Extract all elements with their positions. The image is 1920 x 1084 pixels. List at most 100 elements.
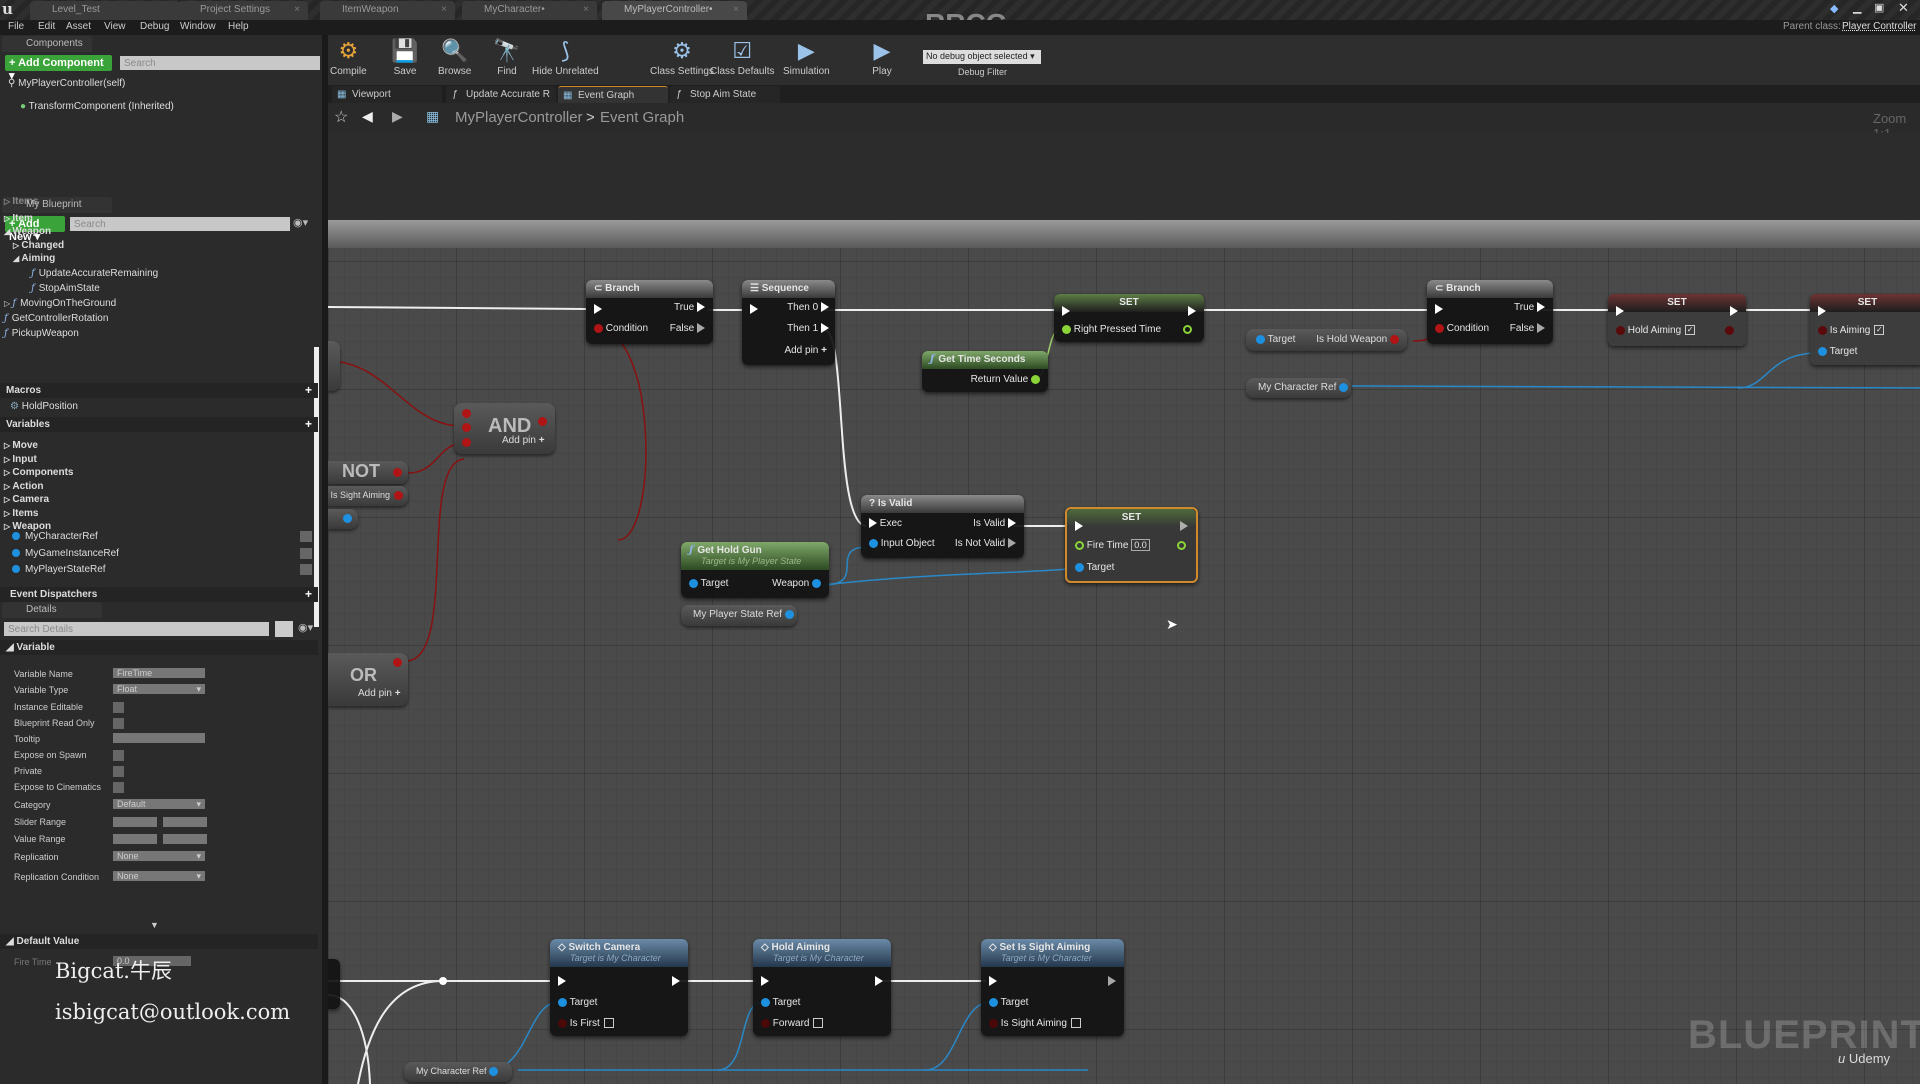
class-settings-button[interactable]: ⚙ Class Settings	[650, 38, 714, 77]
or-node[interactable]: OR Add pin +	[328, 653, 408, 706]
my-character-ref-pin[interactable]: My Character Ref	[1258, 382, 1349, 393]
my-player-state-ref-pin[interactable]: My Player State Ref	[693, 609, 794, 620]
my-character-ref-node[interactable]: My Character Ref	[1246, 378, 1351, 398]
is-sight-aiming-pin[interactable]: Is Sight Aiming	[989, 1018, 1081, 1029]
set-right-pressed-time-node[interactable]: SET Right Pressed Time	[1054, 294, 1204, 342]
right-pressed-time-pin[interactable]: Right Pressed Time	[1062, 324, 1161, 335]
exec-in-pin[interactable]	[1062, 306, 1070, 317]
parent-class-link[interactable]: Player Controller	[1842, 21, 1916, 32]
true-pin[interactable]: True	[1514, 302, 1545, 313]
set-is-sight-aiming-node[interactable]: ◇ Set Is Sight Aiming Target is My Charac…	[981, 939, 1124, 1036]
close-window-icon[interactable]: ✕	[1898, 0, 1909, 16]
is-first-checkbox[interactable]	[603, 1018, 614, 1029]
variable-category[interactable]: ▷ Move	[4, 440, 38, 453]
macro-item[interactable]: ⚙ HoldPosition	[10, 401, 78, 414]
target-pin[interactable]: Target	[989, 997, 1028, 1008]
and-input-pin[interactable]	[462, 409, 471, 418]
add-pin-button[interactable]: Add pin +	[502, 435, 545, 446]
float-out-pin[interactable]	[1177, 540, 1186, 551]
variable-category[interactable]: ▷ Input	[4, 454, 37, 467]
blueprint-tree-item[interactable]: ▷ Item	[4, 213, 33, 226]
doc-tab-item-weapon[interactable]: ItemWeapon ×	[320, 1, 455, 20]
exec-in-pin[interactable]	[761, 976, 769, 987]
back-arrow-icon[interactable]: ◀	[362, 108, 373, 125]
is-not-valid-pin[interactable]: Is Not Valid	[955, 538, 1016, 549]
exec-out-pin[interactable]	[1180, 521, 1188, 532]
component-transform[interactable]: ● TransformComponent (Inherited)	[20, 101, 174, 114]
default-value-section[interactable]: ◢ Default Value	[0, 934, 318, 949]
find-button[interactable]: 🔭 Find	[493, 38, 521, 77]
components-search-input[interactable]: Search	[120, 56, 320, 70]
tab-stop-aim-state[interactable]: ƒ Stop Aim State	[670, 86, 780, 103]
details-search-input[interactable]: Search Details	[4, 622, 269, 636]
switch-camera-node[interactable]: ◇ Switch Camera Target is My Character Ta…	[550, 939, 688, 1036]
get-hold-gun-node[interactable]: ƒ Get Hold Gun Target is My Player State T…	[681, 542, 829, 598]
event-dispatchers-section[interactable]: Event Dispatchers +	[0, 587, 318, 602]
exec-out-pin[interactable]	[672, 976, 680, 987]
is-first-pin[interactable]: Is First	[558, 1018, 614, 1029]
and-output-pin[interactable]	[538, 417, 547, 426]
menu-help[interactable]: Help	[228, 21, 249, 32]
add-dispatcher-icon[interactable]: +	[305, 588, 312, 600]
visibility-eye-icon[interactable]: ◉▾	[293, 216, 308, 229]
blueprint-tree-item[interactable]: ƒ GetControllerRotation	[4, 313, 108, 326]
my-player-state-ref-node[interactable]: My Player State Ref	[681, 605, 797, 626]
add-macro-icon[interactable]: +	[305, 384, 312, 396]
range-min-input[interactable]	[113, 817, 157, 827]
save-button[interactable]: 💾 Save	[391, 38, 419, 77]
menu-window[interactable]: Window	[180, 21, 216, 32]
range-max-input[interactable]	[163, 817, 207, 827]
close-icon[interactable]: ×	[733, 4, 739, 15]
hold-aiming-checkbox[interactable]: ✓	[1685, 325, 1696, 336]
forward-pin[interactable]: Forward	[761, 1018, 824, 1029]
target-pin[interactable]: Target	[689, 578, 728, 589]
blueprint-tree-item[interactable]: ƒ PickupWeapon	[4, 328, 79, 341]
partial-exec-node[interactable]	[328, 959, 340, 1009]
add-pin-button[interactable]: Add pin +	[784, 345, 827, 356]
detail-checkbox[interactable]	[113, 766, 124, 777]
add-pin-button[interactable]: Add pin +	[358, 688, 401, 699]
exec-out-pin[interactable]	[1188, 306, 1196, 317]
branch-node[interactable]: ⊂ Branch True Condition False	[586, 280, 713, 344]
set-fire-time-node[interactable]: SET Fire Time 0.0 Target	[1065, 507, 1198, 583]
play-button[interactable]: ▶ Play	[868, 38, 896, 77]
not-output-pin[interactable]	[393, 468, 402, 477]
return-value-pin[interactable]: Return Value	[971, 374, 1040, 385]
exec-in-pin[interactable]	[1435, 304, 1443, 315]
variable-category[interactable]: ▷ Items	[4, 508, 39, 521]
variable-category[interactable]: ▷ Camera	[4, 494, 49, 507]
detail-select[interactable]: Default ▾	[113, 799, 205, 809]
breadcrumb-root[interactable]: MyPlayerController	[455, 109, 583, 126]
tab-event-graph[interactable]: ▦ Event Graph	[558, 86, 668, 103]
exec-in-pin[interactable]	[989, 976, 997, 987]
range-min-input[interactable]	[113, 834, 157, 844]
simulation-button[interactable]: ▶ Simulation	[783, 38, 830, 77]
component-self[interactable]: ⚲ MyPlayerController(self)	[8, 78, 125, 91]
detail-checkbox[interactable]	[113, 718, 124, 729]
object-out-pin[interactable]	[343, 514, 352, 523]
menu-debug[interactable]: Debug	[140, 21, 169, 32]
or-output-pin[interactable]	[393, 658, 402, 667]
exec-out-pin[interactable]	[1108, 976, 1116, 987]
my-blueprint-search-input[interactable]: Search	[70, 217, 290, 231]
visibility-eye-icon[interactable]	[300, 547, 312, 559]
detail-checkbox[interactable]	[113, 702, 124, 713]
compile-button[interactable]: ⚙ Compile	[330, 38, 367, 77]
forward-checkbox[interactable]	[813, 1018, 824, 1029]
my-character-ref-pin[interactable]: My Character Ref	[416, 1066, 499, 1077]
doc-tab-my-player-controller[interactable]: MyPlayerController• ×	[602, 1, 747, 20]
exec-out-pin[interactable]	[875, 976, 883, 987]
variable-item[interactable]: MyCharacterRef	[12, 531, 312, 544]
then-1-pin[interactable]: Then 1	[787, 323, 829, 334]
close-icon[interactable]: ×	[294, 4, 300, 15]
blueprint-tree-item[interactable]: ▷ ƒ MovingOnTheGround	[4, 298, 116, 311]
detail-select[interactable]: Float ▾	[113, 684, 205, 694]
and-input-pin[interactable]	[462, 423, 471, 432]
target-pin[interactable]: Target	[1256, 334, 1295, 345]
advanced-expand-icon[interactable]: ▼	[150, 920, 159, 930]
variable-item[interactable]: MyGameInstanceRef	[12, 547, 312, 561]
exec-in-pin[interactable]	[594, 304, 602, 315]
my-character-ref-node[interactable]: My Character Ref	[404, 1062, 512, 1082]
event-graph-canvas[interactable]: ⊂ Branch True Condition False ☰ Sequence…	[328, 133, 1920, 1084]
exec-in-pin[interactable]	[558, 976, 566, 987]
